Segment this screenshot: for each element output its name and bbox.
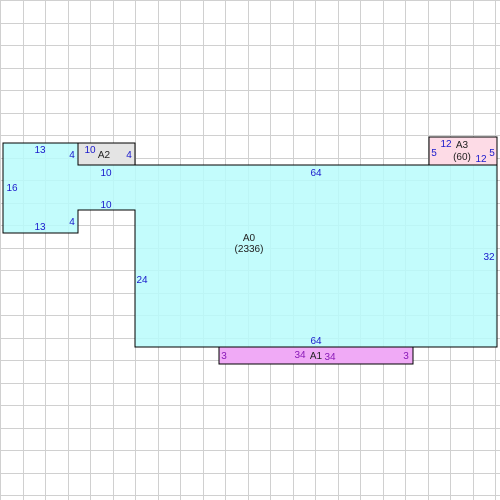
a3-dim-right: 5 [489, 148, 495, 159]
a0-dim-step: 10 [100, 200, 112, 211]
a0-dim-top-right: 64 [310, 168, 322, 179]
a0-dim-left-bottom: 13 [34, 222, 46, 233]
a0-dim-notch-upper: 4 [69, 150, 75, 161]
a0-dim-left-notch: 4 [69, 217, 75, 228]
a2-dim-right: 4 [126, 150, 132, 161]
a3-dim-top: 12 [440, 139, 452, 150]
area-a0-label: A0 [243, 233, 256, 244]
a1-dim-left: 3 [221, 351, 227, 362]
a0-dim-right: 32 [483, 252, 495, 263]
a0-dim-left-side: 16 [6, 183, 18, 194]
a3-dim-bottom: 12 [475, 154, 487, 165]
a2-dim-top: 10 [84, 145, 96, 156]
a0-dim-left-top: 13 [34, 145, 46, 156]
area-a3-value: (60) [453, 152, 471, 163]
a3-dim-left: 5 [431, 148, 437, 159]
a0-dim-bottom: 64 [310, 336, 322, 347]
area-a1-label: A1 [310, 351, 323, 362]
floor-plan-canvas: A0 (2336) A2 A3 (60) A1 10 64 32 64 24 1… [0, 0, 500, 500]
a1-dim-right: 3 [403, 351, 409, 362]
a1-dim-bottom: 34 [324, 352, 336, 363]
area-a3-label: A3 [456, 140, 469, 151]
a0-dim-inner-left: 24 [136, 275, 148, 286]
area-a0-value: (2336) [235, 244, 264, 255]
a1-dim-top: 34 [294, 350, 306, 361]
a0-dim-top-left: 10 [100, 168, 112, 179]
area-a2-label: A2 [98, 150, 111, 161]
